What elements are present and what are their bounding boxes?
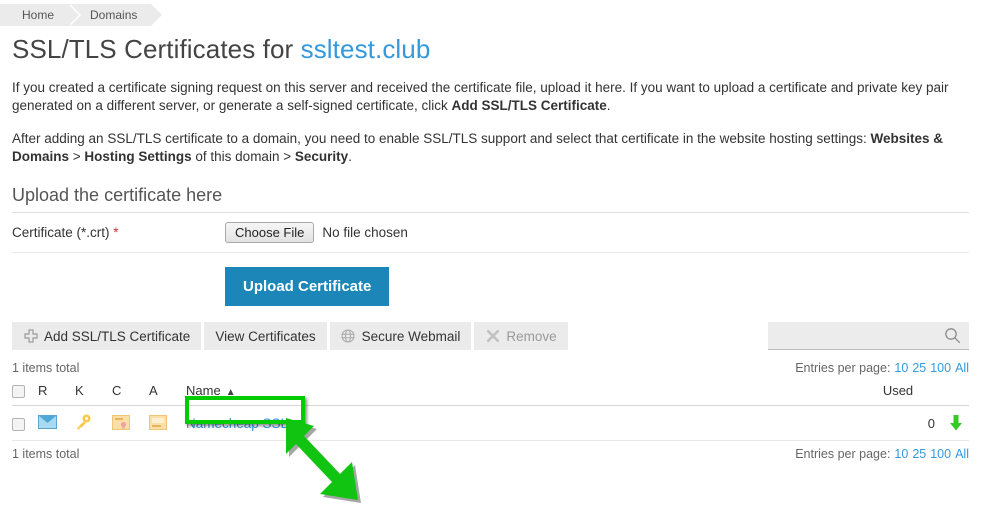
row-cell-used: 0 xyxy=(849,406,969,441)
entries-option-10-top[interactable]: 10 xyxy=(894,361,908,375)
page-root: Home Domains SSL/TLS Certificates for ss… xyxy=(0,4,981,512)
entries-option-all-bottom[interactable]: All xyxy=(955,447,969,461)
add-ssl-certificate-label: Add SSL/TLS Certificate xyxy=(44,329,190,344)
intro-2-text-a: After adding an SSL/TLS certificate to a… xyxy=(12,131,871,146)
entries-option-10-bottom[interactable]: 10 xyxy=(894,447,908,461)
row-cell-k xyxy=(75,406,112,441)
row-cell-c xyxy=(112,406,149,441)
entries-per-page-top: Entries per page: 10 25 100 All xyxy=(795,361,969,375)
intro-paragraph-1: If you created a certificate signing req… xyxy=(12,79,964,115)
breadcrumb-item-home[interactable]: Home xyxy=(0,4,68,26)
row-checkbox[interactable] xyxy=(12,418,25,431)
secure-webmail-button[interactable]: Secure Webmail xyxy=(330,322,472,350)
row-cell-name[interactable]: Namecheap SSL xyxy=(186,406,849,441)
certificate-label-text: Certificate (*.crt) xyxy=(12,225,110,240)
list-toolbar: Add SSL/TLS Certificate View Certificate… xyxy=(12,322,969,350)
entries-per-page-label-bottom: Entries per page: xyxy=(795,447,890,461)
choose-file-button[interactable]: Choose File xyxy=(225,222,314,243)
header-name-label: Name xyxy=(186,383,221,398)
certificates-table: R K C A Name ▲ Used xyxy=(12,383,969,441)
entries-option-25-bottom[interactable]: 25 xyxy=(912,447,926,461)
header-column-used[interactable]: Used xyxy=(849,383,969,406)
page-title: SSL/TLS Certificates for ssltest.club xyxy=(12,34,981,65)
table-header: R K C A Name ▲ Used xyxy=(12,383,969,406)
items-total-top: 1 items total xyxy=(12,361,79,375)
breadcrumb: Home Domains xyxy=(0,4,981,26)
intro-2-bold-2: Hosting Settings xyxy=(84,149,191,164)
key-icon xyxy=(75,418,92,433)
upload-certificate-button[interactable]: Upload Certificate xyxy=(225,267,389,306)
remove-label: Remove xyxy=(506,329,556,344)
search-icon[interactable] xyxy=(944,327,961,349)
sort-ascending-icon: ▲ xyxy=(226,387,236,398)
used-count: 0 xyxy=(928,416,935,431)
close-icon xyxy=(485,329,500,344)
download-arrow-icon[interactable] xyxy=(947,414,965,435)
entries-per-page-label-top: Entries per page: xyxy=(795,361,890,375)
view-certificates-label: View Certificates xyxy=(215,329,315,344)
view-certificates-button[interactable]: View Certificates xyxy=(204,322,326,350)
intro-2-end: . xyxy=(348,149,352,164)
list-meta-bottom: 1 items total Entries per page: 10 25 100 Al… xyxy=(12,447,969,461)
ca-certificate-icon xyxy=(149,418,167,433)
header-column-name[interactable]: Name ▲ xyxy=(186,383,849,406)
required-asterisk: * xyxy=(113,225,118,240)
table-row[interactable]: Namecheap SSL 0 xyxy=(12,406,969,441)
plus-icon xyxy=(23,329,38,344)
upload-section-heading: Upload the certificate here xyxy=(12,185,969,213)
header-column-a[interactable]: A xyxy=(149,383,186,406)
table-header-row: R K C A Name ▲ Used xyxy=(12,383,969,406)
entries-option-100-top[interactable]: 100 xyxy=(930,361,951,375)
header-column-r[interactable]: R xyxy=(38,383,75,406)
add-ssl-certificate-button[interactable]: Add SSL/TLS Certificate xyxy=(12,322,201,350)
select-all-checkbox[interactable] xyxy=(12,385,25,398)
entries-per-page-bottom: Entries per page: 10 25 100 All xyxy=(795,447,969,461)
row-cell-a xyxy=(149,406,186,441)
entries-option-100-bottom[interactable]: 100 xyxy=(930,447,951,461)
certificate-name-link[interactable]: Namecheap SSL xyxy=(186,416,288,431)
certificate-field-label: Certificate (*.crt) * xyxy=(12,225,225,240)
file-chosen-status: No file chosen xyxy=(322,225,408,240)
row-cell-r xyxy=(38,406,75,441)
domain-link[interactable]: ssltest.club xyxy=(301,34,431,64)
intro-1-bold: Add SSL/TLS Certificate xyxy=(452,98,607,113)
table-body: Namecheap SSL 0 xyxy=(12,406,969,441)
items-total-bottom: 1 items total xyxy=(12,447,79,461)
row-select-cell[interactable] xyxy=(12,406,38,441)
globe-icon xyxy=(341,329,356,344)
page-title-prefix: SSL/TLS Certificates for xyxy=(12,34,301,64)
list-meta-top: 1 items total Entries per page: 10 25 100 Al… xyxy=(12,361,969,375)
remove-button[interactable]: Remove xyxy=(474,322,567,350)
envelope-icon xyxy=(38,417,57,432)
header-select-all[interactable] xyxy=(12,383,38,406)
intro-2-sep-1: > xyxy=(69,149,84,164)
intro-paragraph-2: After adding an SSL/TLS certificate to a… xyxy=(12,130,964,166)
entries-option-all-top[interactable]: All xyxy=(955,361,969,375)
entries-option-25-top[interactable]: 25 xyxy=(912,361,926,375)
header-column-c[interactable]: C xyxy=(112,383,149,406)
intro-1-text-b: . xyxy=(607,98,611,113)
intro-2-sep-2: of this domain > xyxy=(192,149,295,164)
file-picker[interactable]: Choose File No file chosen xyxy=(225,222,408,243)
certificate-icon xyxy=(112,418,130,433)
search-input[interactable] xyxy=(774,323,944,349)
upload-submit-wrap: Upload Certificate xyxy=(225,267,981,306)
header-column-k[interactable]: K xyxy=(75,383,112,406)
intro-2-bold-3: Security xyxy=(295,149,348,164)
search-box[interactable] xyxy=(768,322,969,350)
secure-webmail-label: Secure Webmail xyxy=(362,329,461,344)
certificate-upload-row: Certificate (*.crt) * Choose File No fil… xyxy=(12,213,969,253)
